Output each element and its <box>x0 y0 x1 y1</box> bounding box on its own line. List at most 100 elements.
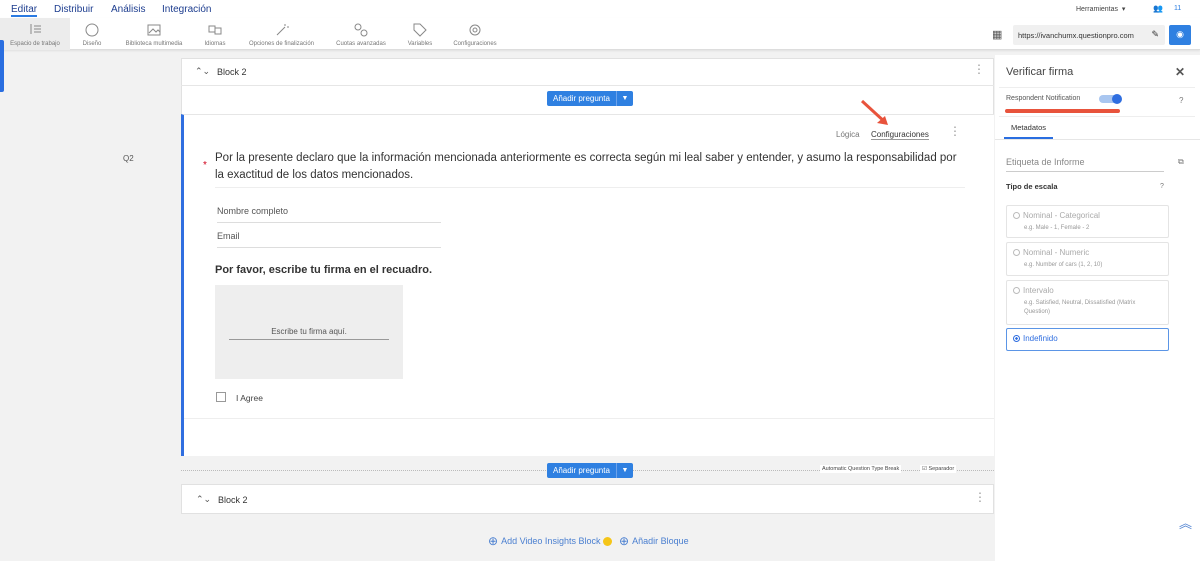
user-count: 11 <box>1174 5 1182 12</box>
add-question-label: Añadir pregunta <box>547 91 617 106</box>
help-icon[interactable]: ? <box>1179 96 1183 105</box>
question-text[interactable]: Por la presente declaro que la informaci… <box>215 150 965 188</box>
tab-analisis[interactable]: Análisis <box>111 4 145 15</box>
add-block-label: Añadir Bloque <box>632 536 689 546</box>
tool-label: Cuotas avanzadas <box>336 41 386 47</box>
question-settings-panel: Verificar firma ✕ Respondent Notificatio… <box>995 55 1200 561</box>
block-title: Block 2 <box>218 495 248 505</box>
option-label: Nominal - Categorical <box>1023 211 1100 220</box>
name-field[interactable]: Nombre completo <box>217 206 441 223</box>
pencil-icon[interactable]: ✎ <box>1151 29 1159 40</box>
option-label: Indefinido <box>1023 334 1058 343</box>
tag-icon <box>413 23 427 37</box>
caret-down-icon[interactable]: ▼ <box>617 467 633 474</box>
tool-variables[interactable]: Variables <box>405 18 435 50</box>
question-card[interactable]: Lógica Configuraciones ⋮ * Por la presen… <box>181 99 994 456</box>
tab-integracion[interactable]: Integración <box>162 4 211 15</box>
translate-icon <box>208 25 222 35</box>
link-icon <box>354 23 368 37</box>
video-block-label: Add Video Insights Block <box>501 536 601 546</box>
option-sub: e.g. Male - 1, Female - 2 <box>1024 225 1090 231</box>
scale-option-undefined[interactable]: Indefinido <box>1006 328 1169 351</box>
tool-label: Espacio de trabajo <box>10 41 60 47</box>
tools-label: Herramientas <box>1076 6 1119 13</box>
email-field[interactable]: Email <box>217 231 441 248</box>
survey-url: https://ivanchumx.questionpro.com <box>1018 31 1134 40</box>
survey-url-field[interactable]: https://ivanchumx.questionpro.com ✎ <box>1013 25 1165 45</box>
help-icon[interactable]: ? <box>1160 183 1164 190</box>
signature-placeholder: Escribe tu firma aquí. <box>229 327 389 340</box>
collapse-icon[interactable]: ⌃⌄ <box>195 66 210 77</box>
separator-label: Separador <box>928 466 955 472</box>
tab-distribuir[interactable]: Distribuir <box>54 4 93 15</box>
tool-label: Variables <box>407 41 433 47</box>
report-label-field[interactable]: Etiqueta de Informe <box>1006 157 1164 172</box>
list-icon <box>30 24 41 34</box>
tool-label: Opciones de finalización <box>248 41 315 47</box>
agree-label: I Agree <box>236 393 263 403</box>
tool-finish-options[interactable]: Opciones de finalización <box>244 18 319 50</box>
logic-link[interactable]: Lógica <box>836 130 860 139</box>
add-question-label: Añadir pregunta <box>547 463 617 478</box>
palette-icon <box>85 23 99 37</box>
qr-code-icon[interactable]: ▦ <box>992 28 1002 41</box>
scale-option-nominal-categorical[interactable]: Nominal - Categorical e.g. Male - 1, Fema… <box>1006 205 1169 238</box>
close-icon[interactable]: ✕ <box>1175 65 1185 79</box>
scroll-indicator[interactable] <box>0 40 4 92</box>
option-label: Nominal - Numeric <box>1023 248 1090 257</box>
scroll-top-icon[interactable]: ︽ <box>1179 513 1192 532</box>
tool-quotas[interactable]: Cuotas avanzadas <box>333 18 389 50</box>
notification-toggle[interactable] <box>1099 94 1122 104</box>
eye-icon: ◉ <box>1176 29 1184 39</box>
option-sub: e.g. Satisfied, Neutral, Dissatisfied (M… <box>1024 300 1136 315</box>
tool-label: Biblioteca multimedia <box>125 41 183 47</box>
auto-break-toggle[interactable]: Automatic Question Type Break <box>820 465 902 473</box>
tool-media[interactable]: Biblioteca multimedia <box>118 18 190 50</box>
block-header: ⌃⌄ Block 2 ⋮ <box>181 58 994 86</box>
lock-badge-icon <box>603 536 613 546</box>
tool-label: Diseño <box>82 41 102 47</box>
scale-option-interval[interactable]: Intervalo e.g. Satisfied, Neutral, Dissat… <box>1006 280 1169 325</box>
scale-type-label: Tipo de escala <box>1006 182 1058 191</box>
question-number: Q2 <box>123 154 134 163</box>
external-link-icon[interactable]: ⧉ <box>1178 157 1184 167</box>
tools-menu[interactable]: Herramientas ▾ <box>1076 5 1125 13</box>
top-nav: Editar Distribuir Análisis Integración H… <box>0 0 1200 18</box>
add-question-button[interactable]: Añadir pregunta ▼ <box>547 91 633 106</box>
settings-link[interactable]: Configuraciones <box>871 130 929 140</box>
arrow-annotation <box>860 99 888 125</box>
separator-toggle[interactable]: ☑ Separador <box>920 465 957 473</box>
add-question-button[interactable]: Añadir pregunta ▼ <box>547 463 633 478</box>
signature-pad[interactable]: Escribe tu firma aquí. <box>215 285 403 379</box>
users-icon[interactable]: 👥 <box>1153 4 1163 13</box>
more-icon[interactable]: ⋮ <box>973 63 985 75</box>
add-video-block-link[interactable]: ⊕ Add Video Insights Block <box>488 534 613 548</box>
scale-option-nominal-numeric[interactable]: Nominal - Numeric e.g. Number of cars (1,… <box>1006 242 1169 276</box>
notification-label: Respondent Notification <box>1006 95 1081 102</box>
preview-button[interactable]: ◉ <box>1169 25 1191 45</box>
tool-workspace[interactable]: Espacio de trabajo <box>0 18 70 50</box>
tool-design[interactable]: Diseño <box>76 18 108 50</box>
highlight-underline <box>1005 109 1120 113</box>
option-label: Intervalo <box>1023 286 1054 295</box>
agree-checkbox[interactable] <box>216 392 226 402</box>
tool-label: Idiomas <box>204 41 226 47</box>
tab-metadata[interactable]: Metadatos <box>1004 121 1054 139</box>
caret-down-icon[interactable]: ▼ <box>617 95 633 102</box>
more-icon[interactable]: ⋮ <box>949 125 961 137</box>
block-header: ⌃⌄ Block 2 ⋮ <box>181 484 994 514</box>
tab-editar[interactable]: Editar <box>11 4 38 17</box>
panel-title: Verificar firma <box>1006 66 1074 78</box>
more-icon[interactable]: ⋮ <box>974 491 986 503</box>
block-title: Block 2 <box>217 67 247 77</box>
required-asterisk: * <box>203 160 207 171</box>
tool-settings[interactable]: Configuraciones <box>450 18 500 50</box>
add-block-link[interactable]: ⊕ Añadir Bloque <box>619 534 689 548</box>
plus-circle-icon: ⊕ <box>488 534 499 548</box>
plus-circle-icon: ⊕ <box>619 534 630 548</box>
tool-languages[interactable]: Idiomas <box>200 18 230 50</box>
signature-prompt: Por favor, escribe tu firma en el recuad… <box>215 264 433 276</box>
toolbar: Espacio de trabajo Diseño Biblioteca mul… <box>0 18 1200 50</box>
collapse-icon[interactable]: ⌃⌄ <box>196 494 211 505</box>
option-sub: e.g. Number of cars (1, 2, 10) <box>1024 262 1103 268</box>
